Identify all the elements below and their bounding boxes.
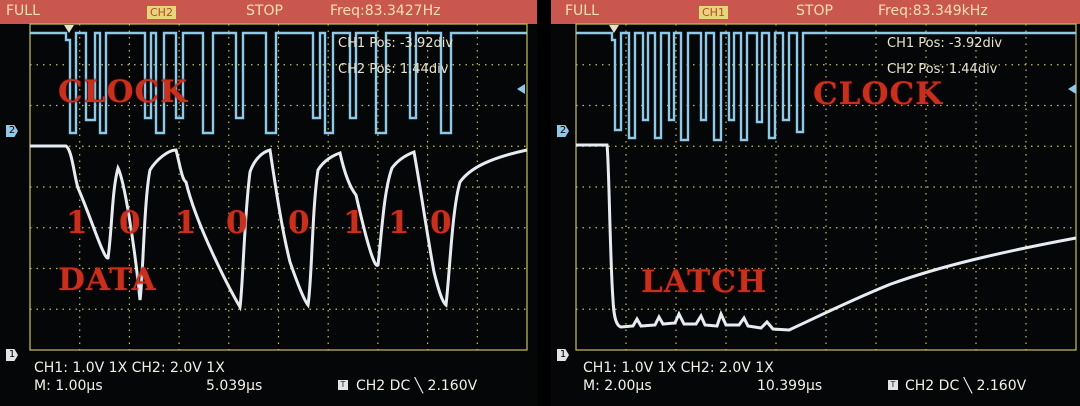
horizontal-delay: 10.399µs <box>757 378 823 394</box>
trigger-level-marker <box>1068 84 1076 94</box>
horizontal-delay: 5.039µs <box>206 378 263 394</box>
oscilloscope-right: FULL CH1 STOP Freq:83.349kHz CLOCK LATCH… <box>551 0 1080 406</box>
trigger-level-marker <box>517 84 525 94</box>
data-label: DATA <box>58 262 157 298</box>
trigger-settings: CH2 DC ╲ 2.160V <box>905 378 1027 394</box>
bit-value: 1 <box>66 205 89 241</box>
oscilloscope-left: FULL CH2 STOP Freq:83.3427Hz CLOCK DATA … <box>0 0 537 406</box>
clock-label: CLOCK <box>813 76 944 112</box>
bit-value: 1 <box>343 205 366 241</box>
channel-settings: CH1: 1.0V 1X CH2: 2.0V 1X <box>583 360 774 376</box>
bit-value: 0 <box>288 205 311 241</box>
latch-label: LATCH <box>641 264 768 300</box>
bit-value: 1 <box>175 205 198 241</box>
grid <box>30 24 527 350</box>
timebase: M: 1.00µs <box>34 378 103 394</box>
clock-label: CLOCK <box>58 74 189 110</box>
ch2-position: CH2 Pos: 1.44div <box>338 62 449 77</box>
bit-value: 0 <box>430 205 453 241</box>
ch2-position: CH2 Pos: 1.44div <box>887 62 998 77</box>
timebase: M: 2.00µs <box>583 378 652 394</box>
trigger-position-marker <box>64 25 74 33</box>
ch1-position: CH1 Pos: -3.92div <box>338 36 454 51</box>
latch-trace <box>576 143 1077 332</box>
channel-settings: CH1: 1.0V 1X CH2: 2.0V 1X <box>34 360 225 376</box>
bit-value: 0 <box>119 205 142 241</box>
trigger-settings: CH2 DC ╲ 2.160V <box>356 378 478 394</box>
trigger-icon: T <box>888 380 898 390</box>
divider <box>537 0 551 406</box>
waveform-display <box>29 23 528 351</box>
trigger-icon: T <box>338 380 348 390</box>
bit-value: 0 <box>226 205 249 241</box>
bit-value: 1 <box>388 205 411 241</box>
grid <box>576 24 1076 350</box>
ch1-position: CH1 Pos: -3.92div <box>887 36 1003 51</box>
trigger-position-marker <box>609 25 619 33</box>
waveform-display <box>575 23 1077 351</box>
